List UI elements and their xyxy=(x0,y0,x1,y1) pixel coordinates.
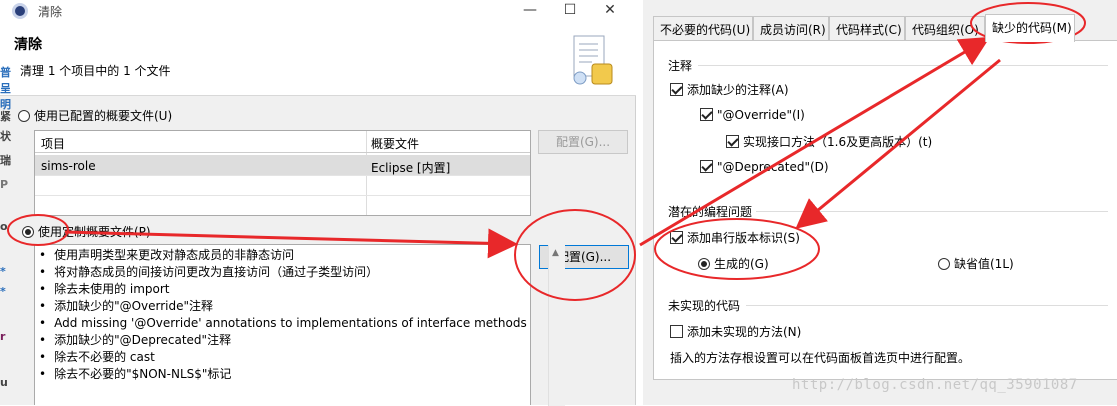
tab-missing-code[interactable]: 缺少的代码(M) xyxy=(985,14,1075,42)
list-item: Add missing '@Override' annotations to i… xyxy=(39,315,530,332)
background-editor-strip: 普 呈 明 紧 状 瑞 P o * * r u xyxy=(0,60,12,405)
maximize-button[interactable]: ☐ xyxy=(550,0,590,22)
deprecated-checkbox[interactable] xyxy=(700,160,713,173)
tab-code-style[interactable]: 代码样式(C) xyxy=(829,16,905,40)
scroll-up-icon[interactable]: ▲ xyxy=(552,248,559,258)
strip-char: P xyxy=(0,178,9,191)
impl-interface-label: 实现接口方法（1.6及更高版本）(t) xyxy=(743,135,933,149)
generated-label: 生成的(G) xyxy=(714,257,769,271)
list-item: 添加缺少的"@Deprecated"注释 xyxy=(39,332,530,349)
cleanup-profile-editor: 不必要的代码(U) 成员访问(R) 代码样式(C) 代码组织(O) 缺少的代码(… xyxy=(643,0,1117,405)
minimize-button[interactable]: — xyxy=(510,0,550,22)
project-profile-table: 项目 概要文件 sims-role Eclipse [内置] xyxy=(34,130,531,216)
configured-profile-label: 使用已配置的概要文件(U) xyxy=(34,109,173,123)
custom-profile-label: 使用定制概要文件(P) xyxy=(38,225,151,239)
strip-char: * xyxy=(0,285,6,298)
list-item: 除去不必要的 cast xyxy=(39,349,530,366)
missing-code-panel: 注释 添加缺少的注释(A) "@Override"(I) 实现接口方法（1.6及… xyxy=(653,40,1117,380)
strip-char: r xyxy=(0,330,6,343)
default-value-radio[interactable] xyxy=(938,257,950,270)
group-title-potential-problems: 潜在的编程问题 xyxy=(668,205,753,219)
title-bar: 清除 — ☐ ✕ xyxy=(0,0,636,22)
add-missing-annotations-checkbox[interactable] xyxy=(670,83,683,96)
strip-char: u xyxy=(0,376,8,389)
generated-radio[interactable] xyxy=(698,257,710,270)
column-header-project[interactable]: 项目 xyxy=(41,135,65,152)
list-item: 使用声明类型来更改对静态成员的非静态访问 xyxy=(39,247,530,264)
strip-char: o xyxy=(0,220,8,233)
configured-profile-option[interactable]: 使用已配置的概要文件(U) xyxy=(18,107,172,124)
cell-project: sims-role xyxy=(41,159,96,173)
cleanup-dialog: 清除 — ☐ ✕ 清除 清理 1 个项目中的 1 个文件 普 呈 明 紧 状 瑞… xyxy=(0,0,636,406)
watermark-text: http://blog.csdn.net/qq_35901087 xyxy=(792,377,1078,393)
close-button[interactable]: ✕ xyxy=(590,0,630,22)
list-scrollbar[interactable]: ▲ xyxy=(548,245,565,406)
tab-code-organizing[interactable]: 代码组织(O) xyxy=(905,16,985,40)
strip-char: 紧 xyxy=(0,110,11,123)
table-row[interactable]: sims-role Eclipse [内置] xyxy=(35,155,530,175)
strip-char: 瑞 xyxy=(0,154,11,167)
override-checkbox[interactable] xyxy=(700,108,713,121)
dialog-header: 清除 清理 1 个项目中的 1 个文件 xyxy=(0,22,636,96)
override-option[interactable]: "@Override"(I) xyxy=(700,107,805,122)
generated-option[interactable]: 生成的(G) xyxy=(698,255,769,272)
eclipse-app-icon xyxy=(12,3,28,19)
list-item: 除去未使用的 import xyxy=(39,281,530,298)
add-missing-annotations-option[interactable]: 添加缺少的注释(A) xyxy=(670,81,789,98)
add-missing-annotations-label: 添加缺少的注释(A) xyxy=(687,83,789,97)
tab-unnecessary-code[interactable]: 不必要的代码(U) xyxy=(653,16,753,40)
group-title-unimplemented: 未实现的代码 xyxy=(668,299,741,313)
method-stub-note: 插入的方法存根设置可以在代码面板首选页中进行配置。 xyxy=(670,351,971,365)
list-item: 添加缺少的"@Override"注释 xyxy=(39,298,530,315)
override-label: "@Override"(I) xyxy=(717,107,805,122)
add-serial-version-label: 添加串行版本标识(S) xyxy=(687,231,800,245)
cleanup-wizard-icon xyxy=(573,35,613,85)
table-header: 项目 概要文件 xyxy=(35,131,530,153)
impl-interface-option[interactable]: 实现接口方法（1.6及更高版本）(t) xyxy=(726,133,932,150)
group-title-annotations: 注释 xyxy=(668,59,693,73)
configured-profile-radio[interactable] xyxy=(18,109,30,122)
add-serial-version-option[interactable]: 添加串行版本标识(S) xyxy=(670,229,800,246)
default-value-option[interactable]: 缺省值(1L) xyxy=(938,255,1014,272)
column-header-profile[interactable]: 概要文件 xyxy=(371,135,419,152)
header-subtitle: 清理 1 个项目中的 1 个文件 xyxy=(20,64,171,78)
default-value-label: 缺省值(1L) xyxy=(954,257,1014,271)
add-unimplemented-option[interactable]: 添加未实现的方法(N) xyxy=(670,323,801,340)
add-unimplemented-label: 添加未实现的方法(N) xyxy=(687,325,802,339)
tab-member-access[interactable]: 成员访问(R) xyxy=(753,16,829,40)
strip-char: * xyxy=(0,265,6,278)
impl-interface-checkbox[interactable] xyxy=(726,135,739,148)
add-serial-version-checkbox[interactable] xyxy=(670,231,683,244)
cell-profile: Eclipse [内置] xyxy=(371,161,451,175)
list-item: 将对静态成员的间接访问更改为直接访问（通过子类型访问） xyxy=(39,264,530,281)
tab-bar: 不必要的代码(U) 成员访问(R) 代码样式(C) 代码组织(O) 缺少的代码(… xyxy=(643,14,1117,42)
window-title: 清除 xyxy=(38,5,63,19)
add-unimplemented-checkbox[interactable] xyxy=(670,325,683,338)
custom-profile-option[interactable]: 使用定制概要文件(P) xyxy=(18,223,151,240)
deprecated-option[interactable]: "@Deprecated"(D) xyxy=(700,159,829,174)
list-item: 除去不必要的"$NON-NLS$"标记 xyxy=(39,366,530,383)
strip-char: 普 xyxy=(0,66,11,79)
deprecated-label: "@Deprecated"(D) xyxy=(717,159,829,174)
custom-profile-radio[interactable] xyxy=(22,225,34,238)
cleanup-actions-list: 使用声明类型来更改对静态成员的非静态访问 将对静态成员的间接访问更改为直接访问（… xyxy=(34,244,565,406)
header-title: 清除 xyxy=(14,37,42,53)
configure-button-disabled[interactable]: 配置(G)... xyxy=(538,130,628,154)
strip-char: 呈 xyxy=(0,82,11,95)
strip-char: 状 xyxy=(0,130,11,143)
